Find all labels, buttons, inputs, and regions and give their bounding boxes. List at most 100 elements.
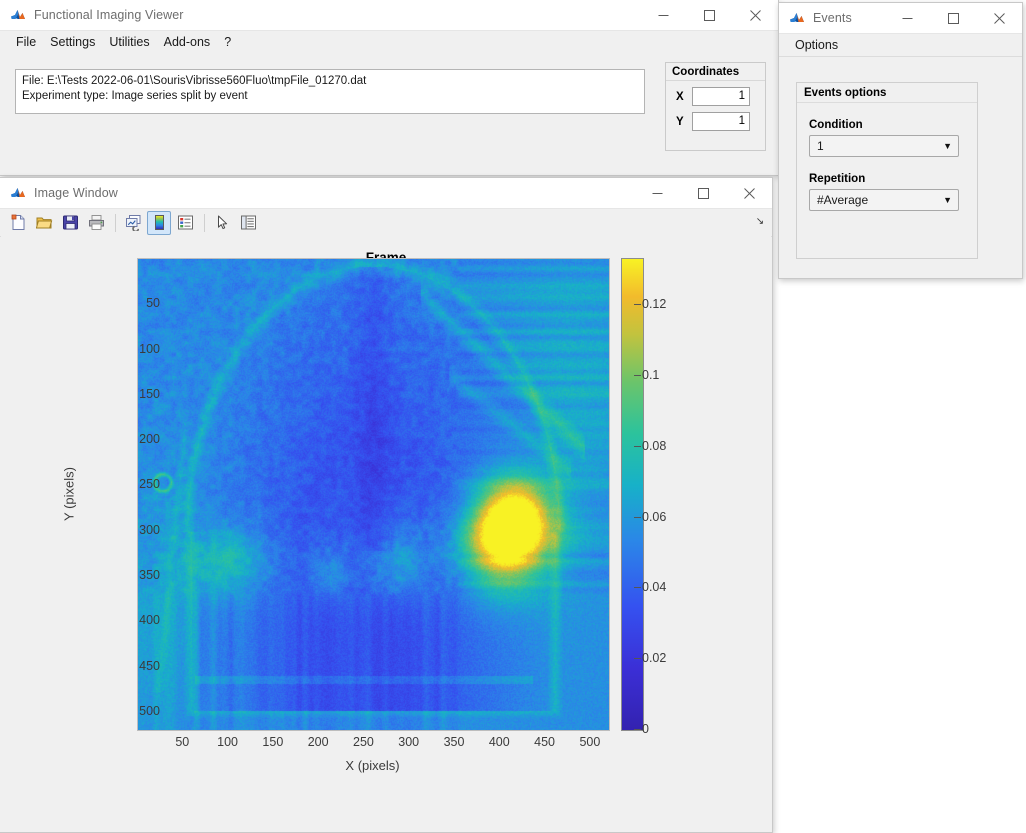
colorbar-tick-label: 0	[642, 722, 649, 736]
events-titlebar[interactable]: Events	[779, 3, 1022, 34]
file-info-box: File: E:\Tests 2022-06-01\SourisVibrisse…	[15, 69, 645, 114]
x-axis-tick-label: 300	[398, 735, 420, 749]
image-window-close-button[interactable]	[726, 178, 772, 208]
repetition-dropdown[interactable]: #Average ▼	[809, 189, 959, 211]
fiv-menubar: File Settings Utilities Add-ons ?	[0, 31, 778, 54]
x-axis-tick-label: 100	[217, 735, 238, 749]
file-path-text: File: E:\Tests 2022-06-01\SourisVibrisse…	[22, 75, 367, 87]
y-axis-tick-label: 500	[139, 703, 160, 718]
image-window-maximize-button[interactable]	[680, 178, 726, 208]
y-axis-tick-label: 450	[139, 658, 160, 673]
image-window-titlebar[interactable]: Image Window	[0, 178, 772, 209]
x-axis-label: X (pixels)	[345, 758, 400, 773]
y-axis-tick-label: 400	[139, 613, 160, 628]
x-axis-tick-label: 250	[353, 735, 374, 749]
condition-dropdown[interactable]: 1 ▼	[809, 135, 959, 157]
menu-item-utilities[interactable]: Utilities	[102, 31, 156, 53]
colorbar-tick-label: 0.04	[642, 580, 667, 595]
y-axis-tick-label: 300	[139, 522, 160, 537]
fiv-window-controls	[640, 0, 778, 30]
chevron-down-icon: ▼	[943, 195, 952, 205]
events-minimize-button[interactable]	[884, 3, 930, 33]
menu-item-settings[interactable]: Settings	[43, 31, 102, 53]
functional-imaging-viewer-window: Functional Imaging Viewer File Settings …	[0, 0, 779, 176]
fiv-close-button[interactable]	[732, 0, 778, 30]
legend-icon[interactable]	[173, 211, 197, 235]
events-window: Events Options Events options Condition …	[778, 2, 1023, 279]
x-axis-tick-label: 200	[307, 735, 329, 749]
x-axis-tick-label: 350	[443, 735, 465, 749]
y-axis-tick-label: 100	[139, 341, 160, 356]
events-body: Events options Condition 1 ▼ Repetition …	[780, 59, 1021, 277]
toolbar-overflow-icon[interactable]: ↘	[754, 215, 766, 227]
matlab-icon	[10, 185, 26, 201]
events-options-panel: Events options Condition 1 ▼ Repetition …	[796, 82, 978, 259]
colorbar-icon[interactable]	[147, 210, 171, 235]
events-window-controls	[884, 3, 1022, 33]
y-axis-tick-label: 50	[146, 296, 160, 311]
coordinate-y-label: Y	[676, 115, 684, 128]
y-axis-label: Y (pixels)	[61, 467, 77, 521]
coordinate-x-input[interactable]: 1	[692, 87, 750, 106]
menu-item-file[interactable]: File	[9, 31, 43, 53]
image-window-toolbar: ↘	[0, 209, 772, 237]
heatmap-image[interactable]	[138, 259, 609, 730]
plot-area: Frame 50100150200250300350400450500 5010…	[1, 236, 771, 831]
colorbar-tick-mark	[634, 587, 641, 589]
heatmap-axes[interactable]	[137, 258, 610, 731]
colorbar-tick-label: 0.02	[642, 651, 667, 666]
events-options-title: Events options	[797, 83, 977, 103]
menu-item-options[interactable]: Options	[788, 34, 845, 56]
menu-item-addons[interactable]: Add-ons	[157, 31, 218, 53]
colorbar-tick-label: 0.06	[642, 509, 667, 524]
events-menubar: Options	[779, 34, 1022, 57]
coordinates-panel-title: Coordinates	[666, 63, 765, 81]
colorbar-tick-label: 0.1	[642, 367, 660, 382]
new-figure-icon[interactable]	[6, 211, 30, 235]
fiv-maximize-button[interactable]	[686, 0, 732, 30]
condition-label: Condition	[809, 119, 863, 131]
coordinates-panel: Coordinates X 1 Y 1	[665, 62, 766, 151]
matlab-icon	[789, 10, 805, 26]
repetition-value: #Average	[817, 193, 869, 207]
coordinate-row-y: Y 1	[676, 112, 765, 131]
link-plot-icon[interactable]	[121, 211, 145, 235]
repetition-label: Repetition	[809, 173, 866, 185]
x-axis-tick-label: 150	[262, 735, 284, 749]
y-axis-tick-label: 150	[139, 386, 160, 401]
figure: Frame 50100150200250300350400450500 5010…	[1, 236, 771, 831]
colorbar[interactable]	[621, 258, 644, 731]
menu-item-help[interactable]: ?	[217, 31, 238, 53]
colorbar-tick-mark	[634, 658, 641, 660]
save-figure-icon[interactable]	[58, 211, 82, 235]
events-title: Events	[813, 11, 852, 25]
image-window-title: Image Window	[34, 186, 118, 200]
events-maximize-button[interactable]	[930, 3, 976, 33]
x-axis-tick-label: 400	[488, 735, 510, 749]
fiv-title: Functional Imaging Viewer	[34, 8, 184, 22]
y-axis-tick-label: 350	[139, 568, 160, 583]
open-file-icon[interactable]	[32, 211, 56, 235]
x-axis-tick-label: 50	[175, 735, 190, 749]
colorbar-tick-mark	[634, 374, 641, 376]
x-axis-tick-label: 450	[534, 735, 556, 749]
events-close-button[interactable]	[976, 3, 1022, 33]
colorbar-tick-mark	[634, 304, 641, 306]
image-window: Image Window ↘ 50 100 150 200 250 300 35…	[0, 177, 773, 833]
x-axis-tick-label: 500	[579, 735, 601, 749]
matlab-icon	[10, 7, 26, 23]
coordinate-x-label: X	[676, 90, 684, 103]
property-inspector-icon[interactable]	[236, 211, 260, 235]
colorbar-tick-mark	[634, 445, 641, 447]
fiv-titlebar[interactable]: Functional Imaging Viewer	[0, 0, 778, 31]
toolbar-separator	[204, 213, 205, 232]
image-window-minimize-button[interactable]	[634, 178, 680, 208]
print-figure-icon[interactable]	[84, 211, 108, 235]
colorbar-tick-mark	[634, 516, 641, 518]
fiv-body: File: E:\Tests 2022-06-01\SourisVibrisse…	[0, 53, 778, 175]
fiv-minimize-button[interactable]	[640, 0, 686, 30]
coordinate-y-input[interactable]: 1	[692, 112, 750, 131]
pointer-select-icon[interactable]	[210, 211, 234, 235]
colorbar-tick-label: 0.08	[642, 438, 667, 453]
colorbar-tick-label: 0.12	[642, 297, 667, 312]
